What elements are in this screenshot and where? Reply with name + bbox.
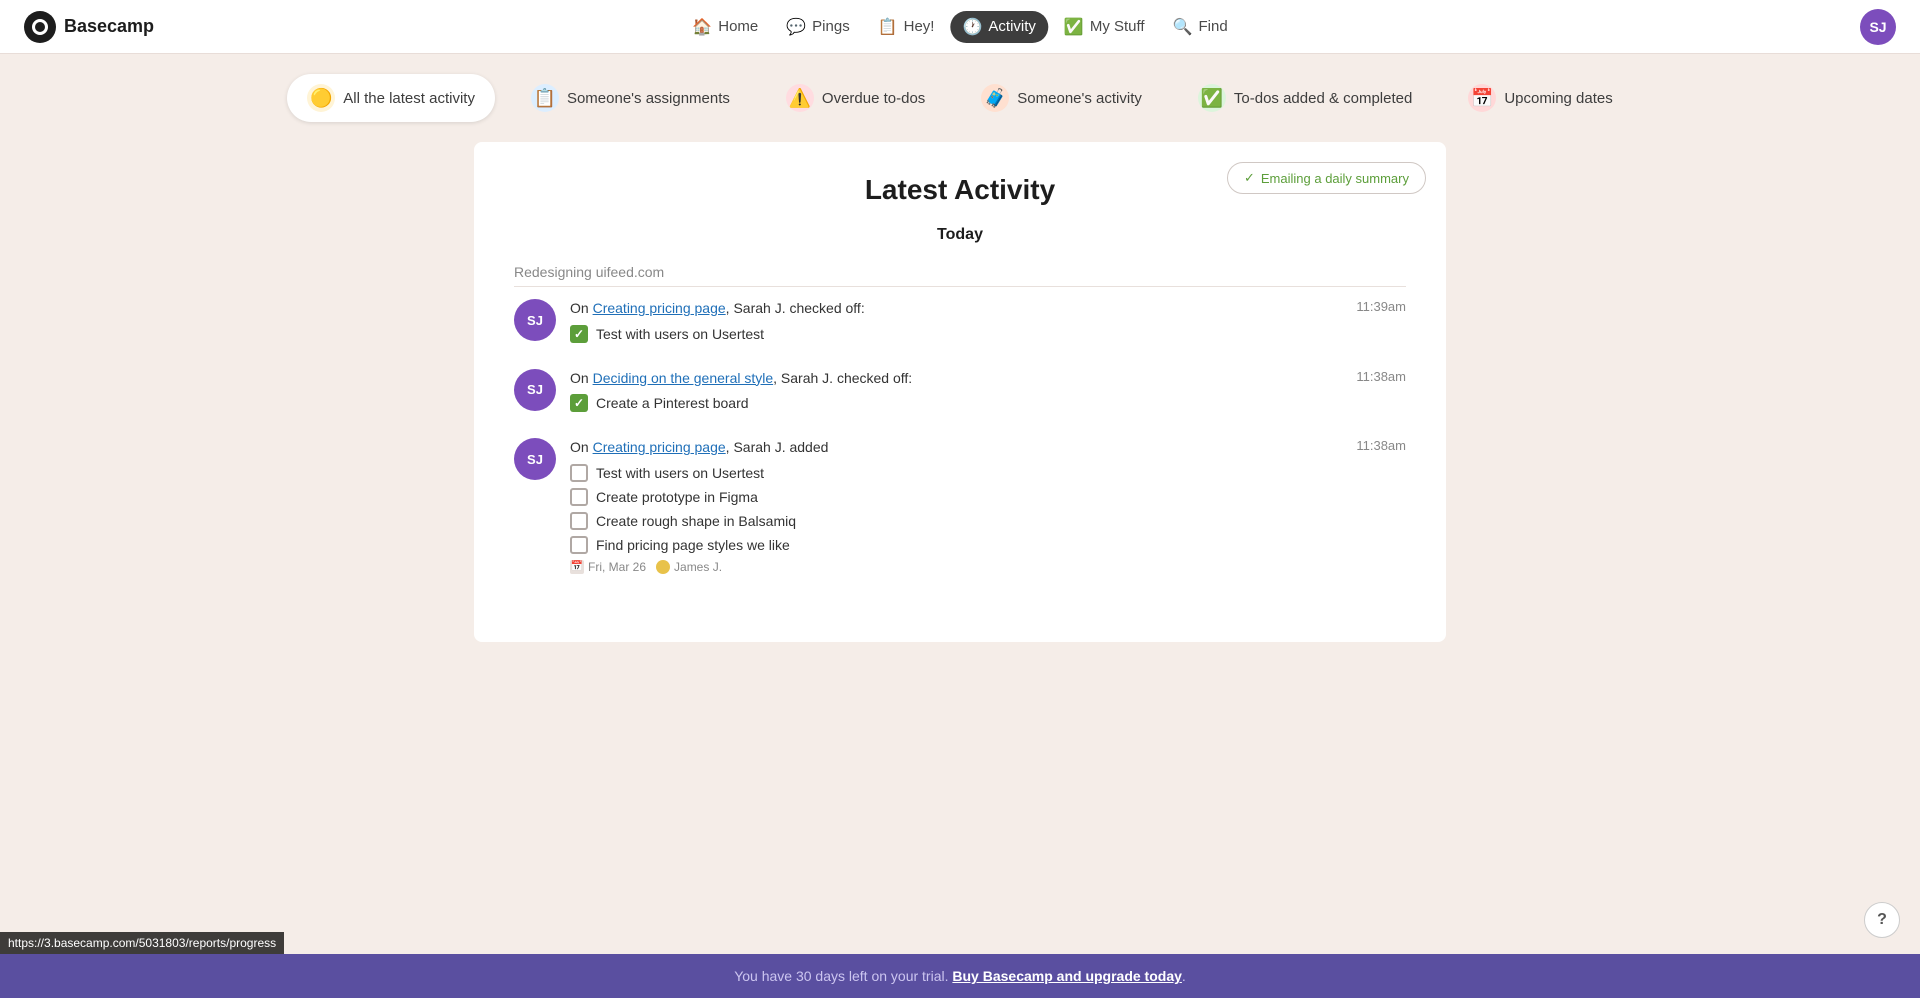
activity-desc-1: On Creating pricing page, Sarah J. check… xyxy=(570,299,865,319)
check-icon: ✓ xyxy=(1244,170,1255,186)
activity-desc-3: On Creating pricing page, Sarah J. added xyxy=(570,438,828,458)
checkbox-empty-3 xyxy=(570,512,588,530)
todo-text-3-1: Test with users on Usertest xyxy=(596,465,764,481)
prefix-2: On xyxy=(570,370,593,386)
nav-find[interactable]: 🔍 Find xyxy=(1161,11,1240,43)
todos-icon: ✅ xyxy=(1198,84,1226,112)
meta-assignee: James J. xyxy=(674,560,722,574)
suffix-3: , Sarah J. added xyxy=(726,439,829,455)
activity-time-3: 11:38am xyxy=(1356,438,1406,453)
todo-text-2: Create a Pinterest board xyxy=(596,395,749,411)
find-icon: 🔍 xyxy=(1173,17,1193,37)
submenu-someones-activity[interactable]: 🧳 Someone's activity xyxy=(961,74,1162,122)
checkbox-checked-2 xyxy=(570,394,588,412)
upgrade-link[interactable]: Buy Basecamp and upgrade today xyxy=(952,968,1182,984)
hey-icon: 📋 xyxy=(878,17,898,37)
topnav: Basecamp 🏠 Home 💬 Pings 📋 Hey! 🕐 Activit… xyxy=(0,0,1920,54)
meta-row: 📅 Fri, Mar 26 James J. xyxy=(570,560,1406,574)
todo-text: Test with users on Usertest xyxy=(596,326,764,342)
avatar-1: SJ xyxy=(514,299,556,341)
logo[interactable]: Basecamp xyxy=(24,11,154,43)
submenu-all-activity[interactable]: 🟡 All the latest activity xyxy=(287,74,495,122)
assignments-icon: 📋 xyxy=(531,84,559,112)
checkbox-empty-1 xyxy=(570,464,588,482)
suffix-2: , Sarah J. checked off: xyxy=(773,370,912,386)
checkbox-checked xyxy=(570,325,588,343)
activity-link-3[interactable]: Creating pricing page xyxy=(593,439,726,455)
submenu: 🟡 All the latest activity 📋 Someone's as… xyxy=(0,54,1920,142)
activity-header-1: On Creating pricing page, Sarah J. check… xyxy=(570,299,1406,319)
mystuff-icon: ✅ xyxy=(1064,17,1084,37)
status-bar: https://3.basecamp.com/5031803/reports/p… xyxy=(0,932,284,954)
activity-content-1: On Creating pricing page, Sarah J. check… xyxy=(570,299,1406,349)
pings-icon: 💬 xyxy=(786,17,806,37)
home-icon: 🏠 xyxy=(692,17,712,37)
activity-item: SJ On Creating pricing page, Sarah J. ch… xyxy=(514,299,1406,349)
todo-text-3-3: Create rough shape in Balsamiq xyxy=(596,513,796,529)
activity-item-3: SJ On Creating pricing page, Sarah J. ad… xyxy=(514,438,1406,574)
activity-content-3: On Creating pricing page, Sarah J. added… xyxy=(570,438,1406,574)
activity-header-2: On Deciding on the general style, Sarah … xyxy=(570,369,1406,389)
prefix-3: On xyxy=(570,439,593,455)
nav-home[interactable]: 🏠 Home xyxy=(680,11,770,43)
todo-text-3-4: Find pricing page styles we like xyxy=(596,537,790,553)
activity-desc-2: On Deciding on the general style, Sarah … xyxy=(570,369,912,389)
activity-time-2: 11:38am xyxy=(1356,369,1406,384)
nav-mystuff[interactable]: ✅ My Stuff xyxy=(1052,11,1157,43)
activity-link-2[interactable]: Deciding on the general style xyxy=(593,370,774,386)
activity-icon: 🕐 xyxy=(962,17,982,37)
activity-link-1[interactable]: Creating pricing page xyxy=(593,300,726,316)
nav-links: 🏠 Home 💬 Pings 📋 Hey! 🕐 Activity ✅ My St… xyxy=(680,11,1239,43)
todo-item-3-3: Create rough shape in Balsamiq xyxy=(570,512,1406,530)
meta-user: James J. xyxy=(656,560,722,574)
nav-activity[interactable]: 🕐 Activity xyxy=(950,11,1047,43)
logo-text: Basecamp xyxy=(64,16,154,37)
avatar-2: SJ xyxy=(514,369,556,411)
todo-item-3-4: Find pricing page styles we like xyxy=(570,536,1406,554)
logo-icon xyxy=(24,11,56,43)
checkbox-empty-4 xyxy=(570,536,588,554)
calendar-icon: 📅 xyxy=(570,560,584,574)
content-card: ✓ Emailing a daily summary Latest Activi… xyxy=(474,142,1446,642)
upcoming-icon: 📅 xyxy=(1468,84,1496,112)
submenu-overdue-todos[interactable]: ⚠️ Overdue to-dos xyxy=(766,74,945,122)
todo-item-2-1: Create a Pinterest board xyxy=(570,394,1406,412)
email-summary-button[interactable]: ✓ Emailing a daily summary xyxy=(1227,162,1426,194)
todo-item-1-1: Test with users on Usertest xyxy=(570,325,1406,343)
user-dot xyxy=(656,560,670,574)
trial-bar: You have 30 days left on your trial. Buy… xyxy=(0,954,1920,998)
nav-hey[interactable]: 📋 Hey! xyxy=(866,11,947,43)
main-container: ✓ Emailing a daily summary Latest Activi… xyxy=(450,142,1470,722)
help-button[interactable]: ? xyxy=(1864,902,1900,938)
avatar-3: SJ xyxy=(514,438,556,480)
date-heading: Today xyxy=(514,226,1406,244)
todo-text-3-2: Create prototype in Figma xyxy=(596,489,758,505)
meta-date: 📅 Fri, Mar 26 xyxy=(570,560,646,574)
meta-date-text: Fri, Mar 26 xyxy=(588,560,646,574)
activity-header-3: On Creating pricing page, Sarah J. added… xyxy=(570,438,1406,458)
nav-pings[interactable]: 💬 Pings xyxy=(774,11,861,43)
todo-item-3-2: Create prototype in Figma xyxy=(570,488,1406,506)
project-group: Redesigning uifeed.com SJ On Creating pr… xyxy=(514,264,1406,574)
submenu-upcoming-dates[interactable]: 📅 Upcoming dates xyxy=(1448,74,1632,122)
user-avatar[interactable]: SJ xyxy=(1860,9,1896,45)
checkbox-empty-2 xyxy=(570,488,588,506)
todo-item-3-1: Test with users on Usertest xyxy=(570,464,1406,482)
submenu-someones-assignments[interactable]: 📋 Someone's assignments xyxy=(511,74,750,122)
suffix-1: , Sarah J. checked off: xyxy=(726,300,865,316)
overdue-icon: ⚠️ xyxy=(786,84,814,112)
prefix-1: On xyxy=(570,300,593,316)
someones-activity-icon: 🧳 xyxy=(981,84,1009,112)
submenu-todos-added[interactable]: ✅ To-dos added & completed xyxy=(1178,74,1432,122)
activity-time-1: 11:39am xyxy=(1356,299,1406,314)
activity-item-2: SJ On Deciding on the general style, Sar… xyxy=(514,369,1406,419)
activity-content-2: On Deciding on the general style, Sarah … xyxy=(570,369,1406,419)
project-name: Redesigning uifeed.com xyxy=(514,264,1406,287)
all-activity-icon: 🟡 xyxy=(307,84,335,112)
